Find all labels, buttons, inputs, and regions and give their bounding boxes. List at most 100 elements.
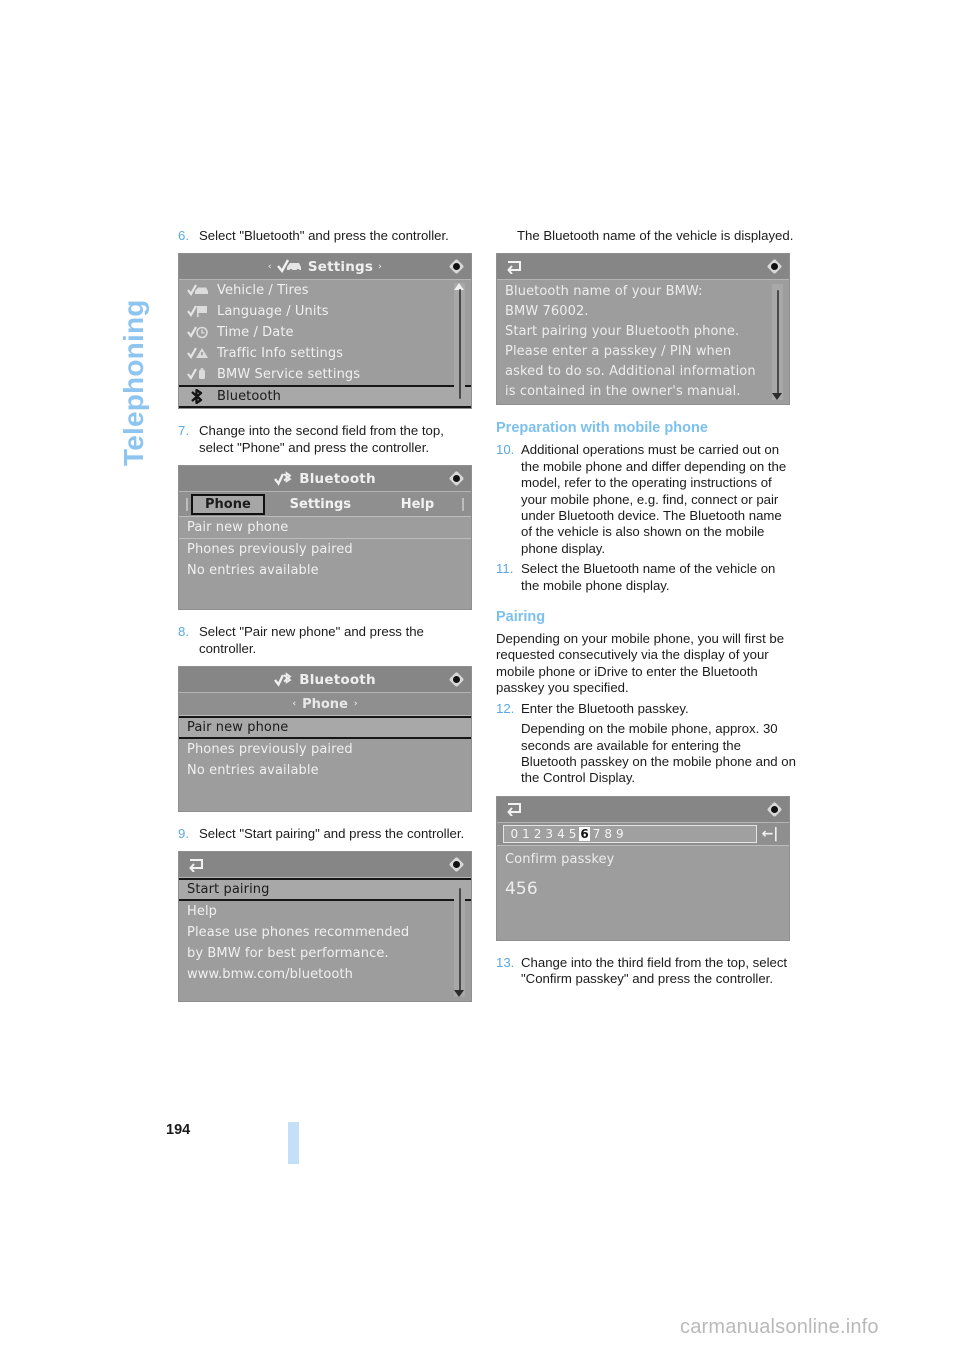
message-line: Start pairing your Bluetooth phone. — [505, 324, 740, 340]
list-item-label: Bluetooth — [217, 389, 282, 405]
list-item-label: Vehicle / Tires — [217, 283, 309, 299]
screen-header-title: Bluetooth — [274, 672, 376, 688]
list-item[interactable]: Time / Date — [179, 322, 471, 343]
list-item[interactable]: Help — [179, 901, 471, 922]
list-item-label: Traffic Info settings — [217, 346, 344, 362]
list-item-selected[interactable]: Pair new phone — [179, 716, 471, 740]
tab-strip: Phone Settings Help — [179, 492, 471, 518]
list-item-selected[interactable]: Bluetooth — [179, 385, 471, 409]
list-item-selected[interactable]: Start pairing — [179, 878, 471, 902]
list-item: No entries available — [179, 760, 471, 781]
back-arrow-icon[interactable] — [505, 802, 523, 817]
tab-help[interactable]: Help — [376, 495, 459, 514]
check-bluetooth-icon — [274, 470, 292, 486]
screen-list: Vehicle / Tires Language / Units Time / … — [179, 280, 471, 409]
screen-text-area: Bluetooth name of your BMW: BMW 76002. S… — [497, 280, 789, 405]
next-arrow-icon[interactable]: › — [354, 699, 358, 709]
tab-settings[interactable]: Settings — [265, 495, 376, 514]
list-item[interactable]: Phones previously paired — [179, 739, 471, 760]
right-column: The Bluetooth name of the vehicle is dis… — [496, 228, 796, 992]
scrollbar[interactable] — [772, 284, 783, 401]
screenshot-pair-new-phone: Bluetooth ‹ Phone › Pair new phone Phone… — [178, 666, 472, 813]
list-item[interactable]: Vehicle / Tires — [179, 280, 471, 301]
check-service-icon — [187, 367, 209, 382]
list-item[interactable]: Phones previously paired — [179, 539, 471, 560]
digit-input-field[interactable]: 0 1 2 3 4 5 6 7 8 9 — [503, 824, 757, 843]
digit-4[interactable]: 4 — [556, 827, 567, 841]
check-flag-icon — [187, 304, 209, 319]
backspace-icon[interactable]: ←| — [757, 826, 783, 842]
passkey-label: Confirm passkey — [505, 851, 615, 867]
bluetooth-icon — [187, 389, 209, 405]
screen-title-text: Bluetooth — [299, 470, 376, 487]
screen-text-area: Confirm passkey 456 — [497, 845, 789, 940]
passkey-value-text: 456 — [505, 878, 538, 899]
digit-9[interactable]: 9 — [614, 827, 625, 841]
screenshot-bluetooth-name: Bluetooth name of your BMW: BMW 76002. S… — [496, 253, 790, 406]
message-line: Please enter a passkey / PIN when — [505, 344, 732, 360]
controller-knob-icon — [766, 801, 782, 817]
check-car-icon — [276, 259, 301, 274]
subtab-phone[interactable]: ‹ Phone › — [179, 693, 471, 717]
controller-knob-icon — [448, 470, 464, 487]
list-item: www.bmw.com/bluetooth — [179, 964, 471, 985]
step-11-text: Select the Bluetooth name of the vehicle… — [521, 561, 776, 593]
check-bluetooth-icon — [274, 671, 292, 687]
screen-title-text: Settings — [307, 258, 374, 275]
digit-strip[interactable]: 0 1 2 3 4 5 6 7 8 9 ←| — [497, 822, 789, 846]
passkey-value: 456 — [497, 872, 789, 906]
prev-arrow-icon[interactable]: ‹ — [292, 699, 296, 709]
back-arrow-icon[interactable] — [187, 858, 205, 873]
scrollbar[interactable] — [454, 283, 465, 406]
tab-phone[interactable]: Phone — [191, 493, 265, 515]
step-12-text-continued: Depending on the mobile phone, approx. 3… — [521, 721, 796, 786]
message-line: BMW 76002. — [505, 304, 589, 320]
chapter-title: Telephoning — [118, 299, 149, 466]
list-item: by BMW for best performance. — [179, 943, 471, 964]
list-item[interactable]: Pair new phone — [179, 517, 471, 538]
step-7-text: Change into the second field from the to… — [199, 423, 444, 455]
screenshot-settings-menu: ‹ Settings › Vehicle / Tires Language / … — [178, 253, 472, 410]
screen-header: ‹ Settings › — [179, 254, 471, 281]
watermark: carmanualsonline.info — [680, 1316, 879, 1338]
step-6-text: Select "Bluetooth" and press the control… — [199, 228, 449, 243]
back-arrow-icon[interactable] — [505, 260, 523, 275]
digit-2[interactable]: 2 — [532, 827, 543, 841]
manual-page: Telephoning 6. Select "Bluetooth" and pr… — [0, 0, 960, 1358]
list-item[interactable]: Traffic Info settings — [179, 343, 471, 364]
scroll-down-arrow-icon[interactable] — [772, 393, 782, 401]
digit-6-selected[interactable]: 6 — [578, 826, 591, 841]
screen-header — [497, 796, 789, 823]
digit-5[interactable]: 5 — [567, 827, 578, 841]
list-item-label: Phones previously paired — [187, 742, 353, 758]
step-12: 12. Enter the Bluetooth passkey. — [496, 701, 796, 717]
screen-list: Start pairing Help Please use phones rec… — [179, 878, 471, 1002]
chapter-tab: Telephoning — [112, 228, 156, 478]
list-item-label: Phones previously paired — [187, 542, 353, 558]
step-6: 6. Select "Bluetooth" and press the cont… — [178, 228, 478, 244]
scrollbar[interactable] — [454, 882, 465, 998]
step-8: 8. Select "Pair new phone" and press the… — [178, 624, 478, 657]
step-12-number: 12. — [496, 700, 515, 716]
list-item[interactable]: BMW Service settings — [179, 364, 471, 385]
list-item-label: www.bmw.com/bluetooth — [187, 967, 354, 983]
screen-header-title: ‹ Settings › — [268, 259, 382, 275]
digit-3[interactable]: 3 — [544, 827, 555, 841]
step-13-text: Change into the third field from the top… — [521, 954, 788, 987]
controller-knob-icon — [766, 259, 782, 275]
screenshot-passkey: 0 1 2 3 4 5 6 7 8 9 ←| Confirm passkey 4… — [496, 795, 790, 941]
digit-1[interactable]: 1 — [521, 827, 532, 841]
list-item[interactable]: Language / Units — [179, 301, 471, 322]
screen-header: Bluetooth — [179, 667, 471, 694]
message-line: Bluetooth name of your BMW: — [505, 284, 703, 300]
digit-8[interactable]: 8 — [603, 827, 614, 841]
page-number: 194 — [166, 1122, 191, 1138]
scroll-down-arrow-icon[interactable] — [454, 990, 464, 998]
digit-7[interactable]: 7 — [591, 827, 602, 841]
digit-0[interactable]: 0 — [509, 827, 520, 841]
step-9-text: Select "Start pairing" and press the con… — [199, 826, 465, 842]
check-warning-icon — [187, 346, 209, 361]
check-clock-icon — [187, 325, 209, 340]
step-9: 9. Select "Start pairing" and press the … — [178, 826, 478, 842]
tab-divider — [186, 497, 188, 511]
